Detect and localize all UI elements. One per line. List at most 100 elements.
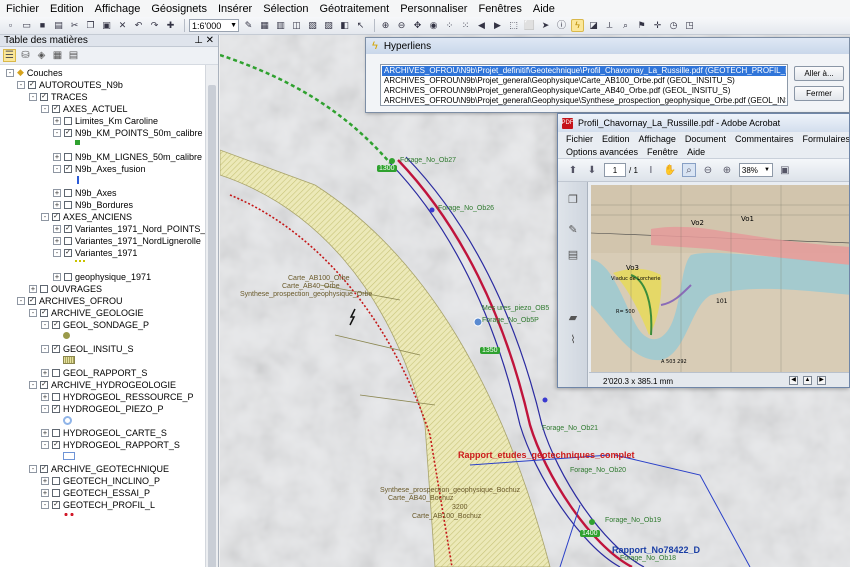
layer-visibility-checkbox[interactable]: ✓ bbox=[52, 320, 60, 329]
menu-7[interactable]: Personnaliser bbox=[400, 3, 467, 15]
modelbuilder-icon[interactable]: ◧ bbox=[338, 19, 351, 32]
layer-visibility-checkbox[interactable] bbox=[40, 284, 48, 293]
signatures-icon[interactable]: ✎ bbox=[566, 222, 580, 236]
toc-layer-item[interactable]: - ✓ Variantes_1971 bbox=[53, 247, 137, 258]
toc-layer-item[interactable]: - ◆ Couches bbox=[6, 67, 62, 78]
toc-layer-item[interactable]: + Limites_Km Caroline bbox=[53, 115, 158, 126]
fit-page-icon[interactable]: ▣ bbox=[778, 163, 792, 177]
close-icon[interactable]: ✕ bbox=[206, 35, 214, 46]
menu-6[interactable]: Géotraitement bbox=[320, 3, 390, 15]
layer-visibility-checkbox[interactable] bbox=[64, 200, 72, 209]
toc-layer-item[interactable]: - ✓ ARCHIVE_GEOTECHNIQUE bbox=[29, 463, 169, 474]
layer-visibility-checkbox[interactable]: ✓ bbox=[52, 344, 60, 353]
toc-layer-item[interactable]: + N9b_KM_LIGNES_50m_calibre bbox=[53, 151, 202, 162]
identify-icon[interactable]: ⓘ bbox=[555, 19, 568, 32]
page-number-input[interactable]: 1 bbox=[604, 163, 626, 177]
full-extent-icon[interactable]: ◉ bbox=[427, 19, 440, 32]
next-page-icon[interactable]: ⬇ bbox=[585, 163, 599, 177]
toc-layer-item[interactable]: - ✓ N9b_KM_POINTS_50m_calibre bbox=[53, 127, 203, 138]
toc-layer-item[interactable]: - ✓ GEOL_SONDAGE_P bbox=[41, 319, 149, 330]
toc-layer-item[interactable]: + GEOL_RAPPORT_S bbox=[41, 367, 147, 378]
layer-visibility-checkbox[interactable]: ✓ bbox=[40, 464, 48, 473]
python-icon[interactable]: ▨ bbox=[322, 19, 335, 32]
expand-icon[interactable]: + bbox=[41, 368, 49, 377]
expand-icon[interactable]: + bbox=[53, 236, 61, 245]
select-text-icon[interactable]: I bbox=[644, 163, 658, 177]
editor-icon[interactable]: ✎ bbox=[242, 19, 255, 32]
html-popup-icon[interactable]: ◪ bbox=[587, 19, 600, 32]
copy-icon[interactable]: ❐ bbox=[84, 19, 97, 32]
toc-layer-item[interactable]: + GEOTECH_INCLINO_P bbox=[41, 475, 160, 486]
arctoolbox-icon[interactable]: ▧ bbox=[306, 19, 319, 32]
acrobat-menu-item[interactable]: Formulaires bbox=[802, 134, 849, 144]
scroll-up-icon[interactable]: ▲ bbox=[803, 376, 812, 385]
delete-icon[interactable]: ✕ bbox=[116, 19, 129, 32]
catalog-icon[interactable]: ▥ bbox=[274, 19, 287, 32]
scale-select[interactable]: 1:6'000 ▼ bbox=[189, 19, 239, 32]
menu-8[interactable]: Fenêtres bbox=[478, 3, 521, 15]
save-icon[interactable]: ■ bbox=[36, 19, 49, 32]
table-icon[interactable]: ▦ bbox=[258, 19, 271, 32]
expand-icon[interactable]: + bbox=[41, 428, 49, 437]
toc-layer-item[interactable]: - ✓ HYDROGEOL_RAPPORT_S bbox=[41, 439, 180, 450]
layer-visibility-checkbox[interactable]: ✓ bbox=[64, 164, 72, 173]
list-by-visibility-icon[interactable]: ◈ bbox=[35, 49, 48, 62]
layer-visibility-checkbox[interactable]: ✓ bbox=[64, 224, 72, 233]
toc-layer-item[interactable]: + Variantes_1971_NordLignerolle bbox=[53, 235, 201, 246]
paperclip-icon[interactable]: ⌇ bbox=[566, 332, 580, 346]
pin-icon[interactable]: ⊥ bbox=[194, 35, 203, 46]
expand-icon[interactable]: + bbox=[53, 272, 61, 281]
borehole-point[interactable] bbox=[542, 397, 548, 403]
layer-visibility-checkbox[interactable]: ✓ bbox=[52, 212, 60, 221]
pages-panel-icon[interactable]: ❐ bbox=[566, 192, 580, 206]
layer-visibility-checkbox[interactable] bbox=[64, 272, 72, 281]
toc-layer-item[interactable]: - ✓ TRACES bbox=[29, 91, 88, 102]
previous-page-icon[interactable]: ⬆ bbox=[566, 163, 580, 177]
hyperlink-item[interactable]: ARCHIVES_OFROU\N9b\Projet_general\Geophy… bbox=[382, 96, 786, 106]
toc-layer-item[interactable]: - ✓ ARCHIVE_HYDROGEOLOGIE bbox=[29, 379, 176, 390]
menu-0[interactable]: Fichier bbox=[6, 3, 39, 15]
layer-visibility-checkbox[interactable]: ✓ bbox=[40, 308, 48, 317]
add-data-icon[interactable]: ✚ bbox=[164, 19, 177, 32]
open-icon[interactable]: ▭ bbox=[20, 19, 33, 32]
expand-icon[interactable]: + bbox=[29, 284, 37, 293]
collapse-icon[interactable]: - bbox=[53, 128, 61, 137]
back-extent-icon[interactable]: ◀ bbox=[475, 19, 488, 32]
label-rapport-no78422[interactable]: Rapport_No78422_D bbox=[612, 545, 700, 555]
layer-visibility-checkbox[interactable] bbox=[64, 116, 72, 125]
swipe-icon[interactable]: ◳ bbox=[683, 19, 696, 32]
toc-layer-item[interactable]: - ✓ ARCHIVES_OFROU bbox=[17, 295, 123, 306]
goto-button[interactable]: Aller à... bbox=[794, 66, 844, 81]
menu-9[interactable]: Aide bbox=[533, 3, 555, 15]
expand-icon[interactable]: + bbox=[41, 476, 49, 485]
search-window-icon[interactable]: ◫ bbox=[290, 19, 303, 32]
zoom-in-icon[interactable]: ⊕ bbox=[720, 163, 734, 177]
collapse-icon[interactable]: - bbox=[17, 296, 25, 305]
clear-selection-icon[interactable]: ⬜ bbox=[523, 19, 536, 32]
expand-icon[interactable]: + bbox=[53, 152, 61, 161]
layer-visibility-checkbox[interactable]: ✓ bbox=[28, 80, 36, 89]
scrollbar-thumb[interactable] bbox=[208, 85, 216, 567]
layer-visibility-checkbox[interactable]: ✓ bbox=[40, 92, 48, 101]
attachments-panel-icon[interactable]: ▤ bbox=[566, 247, 580, 261]
toc-layer-item[interactable]: - ✓ N9b_Axes_fusion bbox=[53, 163, 146, 174]
layer-visibility-checkbox[interactable]: ✓ bbox=[52, 500, 60, 509]
layer-visibility-checkbox[interactable]: ✓ bbox=[52, 404, 60, 413]
layer-visibility-checkbox[interactable]: ✓ bbox=[40, 380, 48, 389]
redo-icon[interactable]: ↷ bbox=[148, 19, 161, 32]
layer-visibility-checkbox[interactable]: ✓ bbox=[64, 248, 72, 257]
pan-icon[interactable]: ✥ bbox=[411, 19, 424, 32]
borehole-point[interactable] bbox=[429, 207, 435, 213]
acrobat-menu-item[interactable]: Fenêtre bbox=[647, 147, 678, 157]
hyperlink-item[interactable]: ARCHIVES_OFROU\N9b\Projet_definitif\Geot… bbox=[382, 66, 786, 76]
expand-icon[interactable]: + bbox=[41, 488, 49, 497]
toc-layer-item[interactable]: + ✓ Variantes_1971_Nord_POINTS_100m bbox=[53, 223, 218, 234]
hyperlink-item[interactable]: ARCHIVES_OFROU\N9b\Projet_general\Geophy… bbox=[382, 76, 786, 86]
label-rapport-geotech[interactable]: Rapport_etudes_geotechniques_complet bbox=[458, 450, 635, 460]
toc-layer-item[interactable]: - ✓ AXES_ANCIENS bbox=[41, 211, 132, 222]
list-by-drawing-order-icon[interactable]: ☰ bbox=[3, 49, 16, 62]
hyperlink-tool-icon[interactable]: ϟ bbox=[571, 19, 584, 32]
measure-icon[interactable]: ⟂ bbox=[603, 19, 616, 32]
expand-icon[interactable]: + bbox=[53, 116, 61, 125]
collapse-icon[interactable]: - bbox=[29, 92, 37, 101]
